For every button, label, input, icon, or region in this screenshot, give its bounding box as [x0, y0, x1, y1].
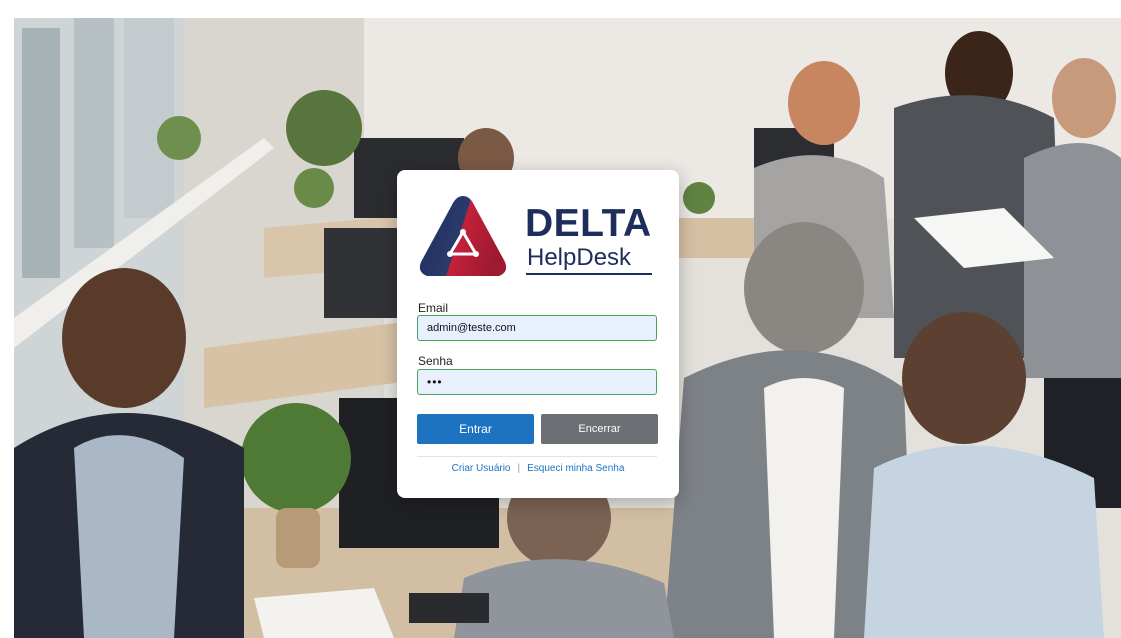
email-input[interactable]: [417, 315, 657, 341]
brand-underline: [526, 273, 652, 275]
delta-triangle-logo-icon: [419, 196, 507, 276]
password-label: Senha: [418, 354, 453, 368]
link-separator: |: [517, 463, 521, 474]
account-links: Criar Usuário | Esqueci minha Senha: [397, 463, 679, 474]
login-card: DELTA HelpDesk Email Senha Entrar Encerr…: [397, 170, 679, 498]
brand-title: DELTA: [525, 202, 652, 245]
close-button[interactable]: Encerrar: [541, 414, 658, 444]
forgot-password-link[interactable]: Esqueci minha Senha: [527, 463, 624, 474]
create-user-link[interactable]: Criar Usuário: [452, 463, 511, 474]
brand-subtitle: HelpDesk: [527, 244, 632, 271]
login-button[interactable]: Entrar: [417, 414, 534, 444]
card-divider: [417, 456, 657, 457]
email-label: Email: [418, 301, 449, 315]
password-input[interactable]: [417, 369, 657, 395]
background-photo: DELTA HelpDesk Email Senha Entrar Encerr…: [14, 18, 1121, 638]
delta-helpdesk-logo: DELTA HelpDesk: [417, 192, 657, 280]
